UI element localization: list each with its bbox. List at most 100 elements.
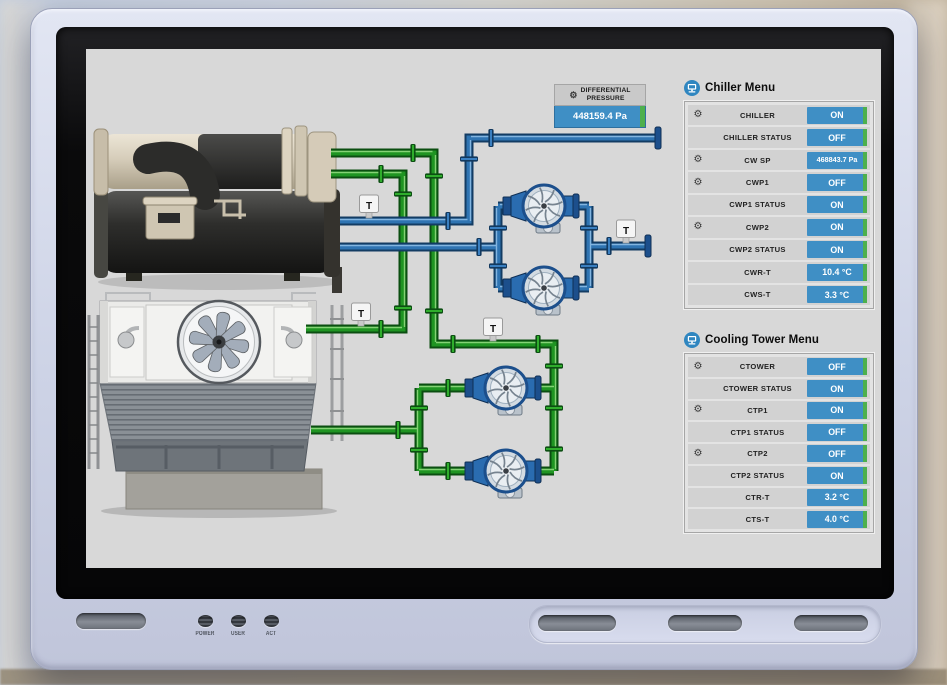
- value-status-strip: [863, 358, 868, 375]
- gear-icon[interactable]: ⚙: [688, 449, 708, 459]
- row-label: CTP2 STATUS: [708, 471, 807, 480]
- row-label: CW SP: [708, 156, 807, 165]
- menu-row: ⚙CTP2OFF: [688, 444, 870, 464]
- row-value: 3.2 °C: [825, 492, 850, 502]
- power-led-label: POWER: [189, 631, 221, 637]
- row-label: CTP1 STATUS: [708, 428, 807, 437]
- power-led: [198, 615, 213, 627]
- menu-title-text: Chiller Menu: [705, 82, 775, 94]
- row-label: CTOWER STATUS: [708, 384, 807, 393]
- svg-text:T: T: [358, 309, 364, 320]
- chilled-water-pump-2: [503, 267, 579, 315]
- menu-title: Cooling Tower Menu: [684, 331, 874, 349]
- pipe-end-flange: [655, 127, 661, 149]
- hmi-screen: T T T T ⚙ DIFFERENTIALPRESSURE: [86, 49, 881, 568]
- row-value: ON: [830, 200, 843, 210]
- row-value: ON: [830, 471, 843, 481]
- gear-icon[interactable]: ⚙: [688, 362, 708, 372]
- menu-row: ⚙CWP2 ON: [688, 217, 870, 237]
- value-status-strip: [863, 107, 868, 124]
- cooling-tower-pump-2: [465, 450, 541, 498]
- value-status-strip: [863, 402, 868, 419]
- backdrop-floor: [0, 669, 947, 685]
- status-indicator: ON: [807, 241, 867, 258]
- speaker-grille: [668, 615, 742, 631]
- gear-icon[interactable]: ⚙: [569, 91, 577, 100]
- value-status-strip: [640, 106, 645, 127]
- value-field: 3.2 °C: [807, 489, 867, 506]
- cooling-tower-image: [89, 293, 344, 518]
- speaker-grille: [538, 615, 616, 631]
- row-value: OFF: [828, 133, 846, 143]
- value-status-strip: [863, 241, 868, 258]
- differential-pressure-value: 448159.4 Pa: [554, 106, 646, 128]
- cooling-tower-menu: Cooling Tower Menu⚙CTOWEROFFCTOWER STATU…: [684, 331, 874, 533]
- svg-text:T: T: [490, 324, 496, 335]
- chilled-water-pump-1: [503, 185, 579, 233]
- status-indicator: ON: [807, 380, 867, 397]
- value-status-strip: [863, 129, 868, 146]
- gear-icon[interactable]: ⚙: [688, 178, 708, 188]
- row-label: CTOWER: [708, 362, 807, 371]
- toggle-button[interactable]: OFF: [807, 445, 867, 462]
- menu-row: ⚙CHILLERON: [688, 105, 870, 125]
- menu-title-text: Cooling Tower Menu: [705, 334, 819, 346]
- row-label: CTR-T: [708, 493, 807, 502]
- speaker-grille: [794, 615, 868, 631]
- row-value: OFF: [828, 178, 846, 188]
- menu-row: CWP1 STATUSON: [688, 195, 870, 215]
- row-value: 10.4 °C: [822, 267, 851, 277]
- menu-row: ⚙CWP1OFF: [688, 172, 870, 192]
- toggle-button[interactable]: OFF: [807, 174, 867, 191]
- row-label: CHILLER STATUS: [708, 133, 807, 142]
- row-label: CWS-T: [708, 290, 807, 299]
- value-status-strip: [863, 424, 868, 441]
- row-value: 468843.7 Pa: [813, 156, 861, 164]
- gear-icon[interactable]: ⚙: [688, 405, 708, 415]
- temperature-sensor: T: [352, 303, 371, 326]
- menu-panel: ⚙CHILLERONCHILLER STATUSOFF⚙CW SP468843.…: [684, 101, 874, 309]
- row-value: ON: [830, 405, 843, 415]
- menu-panel: ⚙CTOWEROFFCTOWER STATUSON⚙CTP1ONCTP1 STA…: [684, 353, 874, 533]
- toggle-button[interactable]: ON: [807, 402, 867, 419]
- menu-row: CTOWER STATUSON: [688, 379, 870, 399]
- gear-icon[interactable]: ⚙: [688, 222, 708, 232]
- row-value: OFF: [828, 362, 846, 372]
- value-status-strip: [863, 445, 868, 462]
- differential-pressure-label: DIFFERENTIALPRESSURE: [581, 87, 631, 102]
- differential-pressure-widget[interactable]: ⚙ DIFFERENTIALPRESSURE 448159.4 Pa: [554, 84, 646, 128]
- gear-icon[interactable]: ⚙: [688, 155, 708, 165]
- temperature-sensor: T: [360, 195, 379, 218]
- value-status-strip: [863, 264, 868, 281]
- row-label: CWP2: [708, 223, 807, 232]
- row-label: CTP1: [708, 406, 807, 415]
- chiller-menu: Chiller Menu⚙CHILLERONCHILLER STATUSOFF⚙…: [684, 79, 874, 309]
- value-status-strip: [863, 380, 868, 397]
- hvac-menu-icon: [684, 332, 700, 348]
- toggle-button[interactable]: OFF: [807, 358, 867, 375]
- toggle-button[interactable]: ON: [807, 107, 867, 124]
- value-field: 10.4 °C: [807, 264, 867, 281]
- menu-row: CTP1 STATUS OFF: [688, 422, 870, 442]
- menu-row: ⚙CTOWER OFF: [688, 357, 870, 377]
- photo-backdrop: T T T T ⚙ DIFFERENTIALPRESSURE: [0, 0, 947, 685]
- toggle-button[interactable]: ON: [807, 219, 867, 236]
- menu-row: ⚙CTP1 ON: [688, 401, 870, 421]
- setpoint-field[interactable]: 468843.7 Pa: [807, 152, 867, 169]
- temperature-sensor: T: [484, 318, 503, 341]
- value-field: 3.3 °C: [807, 286, 867, 303]
- cooling-tower-pump-1: [465, 367, 541, 415]
- value-status-strip: [863, 219, 868, 236]
- gear-icon[interactable]: ⚙: [688, 110, 708, 120]
- svg-text:T: T: [366, 201, 372, 212]
- row-label: CWR-T: [708, 268, 807, 277]
- panel-pc-frame: T T T T ⚙ DIFFERENTIALPRESSURE: [30, 8, 918, 670]
- act-led-label: ACT: [255, 631, 287, 637]
- menu-row: CHILLER STATUS OFF: [688, 127, 870, 147]
- row-value: OFF: [828, 427, 846, 437]
- row-value: ON: [830, 222, 843, 232]
- value-status-strip: [863, 467, 868, 484]
- temperature-sensor: T: [617, 220, 636, 243]
- speaker-grille: [76, 613, 146, 629]
- user-led-label: USER: [222, 631, 254, 637]
